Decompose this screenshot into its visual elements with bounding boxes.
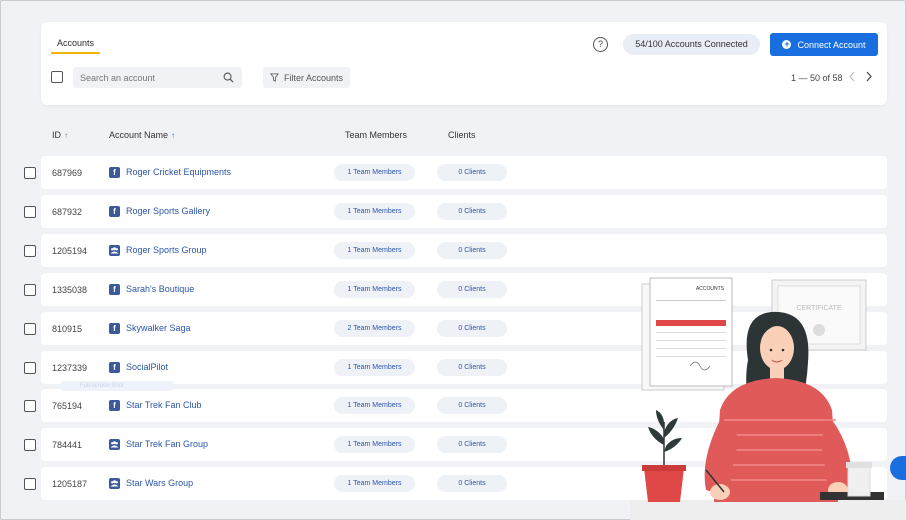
column-header-account-name[interactable]: Account Name ↑: [109, 130, 175, 140]
team-members-badge[interactable]: 1 Team Members: [334, 436, 415, 453]
account-id: 687932: [52, 207, 83, 217]
team-members-badge[interactable]: 1 Team Members: [334, 203, 415, 220]
facebook-page-icon: f: [109, 284, 120, 295]
connect-account-button[interactable]: + Connect Account: [770, 33, 878, 56]
accounts-illustration: CERTIFICATE ACCOUNTS: [630, 277, 906, 520]
plus-circle-icon: +: [782, 39, 792, 49]
row-checkbox[interactable]: [24, 478, 36, 490]
account-id: 784441: [52, 440, 83, 450]
facebook-page-icon: f: [109, 206, 120, 217]
row-checkbox[interactable]: [24, 284, 36, 296]
table-row[interactable]: 1205194 Roger Sports Group 1 Team Members 0…: [41, 234, 887, 267]
account-name-link[interactable]: Roger Sports Group: [126, 245, 207, 255]
row-checkbox[interactable]: [24, 439, 36, 451]
sort-arrow-icon: ↑: [64, 131, 68, 140]
row-checkbox[interactable]: [24, 245, 36, 257]
facebook-page-icon: f: [109, 167, 120, 178]
clients-badge[interactable]: 0 Clients: [437, 359, 507, 376]
pagination-text: 1 — 50 of 58: [791, 73, 843, 83]
row-checkbox[interactable]: [24, 323, 36, 335]
search-icon[interactable]: [223, 72, 234, 83]
tooltip-ghost: Full-screen Shot: [60, 381, 174, 391]
facebook-group-icon: [109, 439, 120, 450]
clients-badge[interactable]: 0 Clients: [437, 320, 507, 337]
row-checkbox[interactable]: [24, 400, 36, 412]
account-name-link[interactable]: Skywalker Saga: [126, 323, 191, 333]
team-members-badge[interactable]: 1 Team Members: [334, 475, 415, 492]
tab-accounts[interactable]: Accounts: [51, 37, 100, 57]
column-header-id-label: ID: [52, 130, 61, 140]
column-header-id[interactable]: ID ↑: [52, 130, 68, 140]
account-name-link[interactable]: SocialPilot: [126, 362, 168, 372]
account-name-link[interactable]: Star Trek Fan Club: [126, 400, 202, 410]
account-id: 810915: [52, 324, 83, 334]
select-all-checkbox[interactable]: [51, 71, 63, 83]
table-row[interactable]: 687932 f Roger Sports Gallery 1 Team Member…: [41, 195, 887, 228]
row-checkbox[interactable]: [24, 362, 36, 374]
table-row[interactable]: 687969 f Roger Cricket Equipments 1 Team Me…: [41, 156, 887, 189]
facebook-page-icon: f: [109, 362, 120, 373]
filter-accounts-label: Filter Accounts: [284, 72, 344, 83]
clients-badge[interactable]: 0 Clients: [437, 281, 507, 298]
clients-badge[interactable]: 0 Clients: [437, 397, 507, 414]
account-id: 687969: [52, 168, 83, 178]
team-members-badge[interactable]: 2 Team Members: [334, 320, 415, 337]
chevron-right-icon[interactable]: [865, 71, 873, 82]
account-name-link[interactable]: Roger Cricket Equipments: [126, 167, 231, 177]
account-id: 765194: [52, 401, 83, 411]
column-header-clients: Clients: [448, 130, 476, 140]
team-members-badge[interactable]: 1 Team Members: [334, 164, 415, 181]
document-title: ACCOUNTS: [696, 286, 725, 292]
team-members-badge[interactable]: 1 Team Members: [334, 281, 415, 298]
account-id: 1205194: [52, 246, 88, 256]
chevron-left-icon[interactable]: [848, 71, 856, 82]
account-name-link[interactable]: Roger Sports Gallery: [126, 206, 210, 216]
account-id: 1335038: [52, 285, 88, 295]
row-checkbox[interactable]: [24, 206, 36, 218]
account-name-link[interactable]: Star Trek Fan Group: [126, 439, 208, 449]
clients-badge[interactable]: 0 Clients: [437, 203, 507, 220]
facebook-page-icon: f: [109, 400, 120, 411]
certificate-title: CERTIFICATE: [796, 305, 842, 312]
account-id: 1205187: [52, 479, 88, 489]
sort-arrow-icon: ↑: [171, 131, 176, 140]
account-name-link[interactable]: Star Wars Group: [126, 478, 193, 488]
clients-badge[interactable]: 0 Clients: [437, 475, 507, 492]
team-members-badge[interactable]: 1 Team Members: [334, 359, 415, 376]
clients-badge[interactable]: 0 Clients: [437, 164, 507, 181]
filter-icon: [270, 73, 279, 82]
toolbar-card: Accounts ? 54/100 Accounts Connected + C…: [41, 22, 887, 105]
active-tab-indicator: [51, 52, 100, 54]
clients-badge[interactable]: 0 Clients: [437, 436, 507, 453]
column-header-account-name-label: Account Name: [109, 130, 169, 140]
facebook-group-icon: [109, 478, 120, 489]
search-input[interactable]: [80, 67, 220, 88]
account-id: 1237339: [52, 363, 88, 373]
help-icon[interactable]: ?: [593, 37, 608, 52]
column-header-team-members: Team Members: [345, 130, 408, 140]
clients-badge[interactable]: 0 Clients: [437, 242, 507, 259]
row-checkbox[interactable]: [24, 167, 36, 179]
account-name-link[interactable]: Sarah's Boutique: [126, 284, 194, 294]
facebook-group-icon: [109, 245, 120, 256]
team-members-badge[interactable]: 1 Team Members: [334, 397, 415, 414]
accounts-connected-badge: 54/100 Accounts Connected: [623, 34, 760, 55]
connect-account-label: Connect Account: [797, 39, 866, 50]
search-box: [73, 67, 242, 88]
team-members-badge[interactable]: 1 Team Members: [334, 242, 415, 259]
filter-accounts-button[interactable]: Filter Accounts: [263, 67, 350, 88]
facebook-page-icon: f: [109, 323, 120, 334]
